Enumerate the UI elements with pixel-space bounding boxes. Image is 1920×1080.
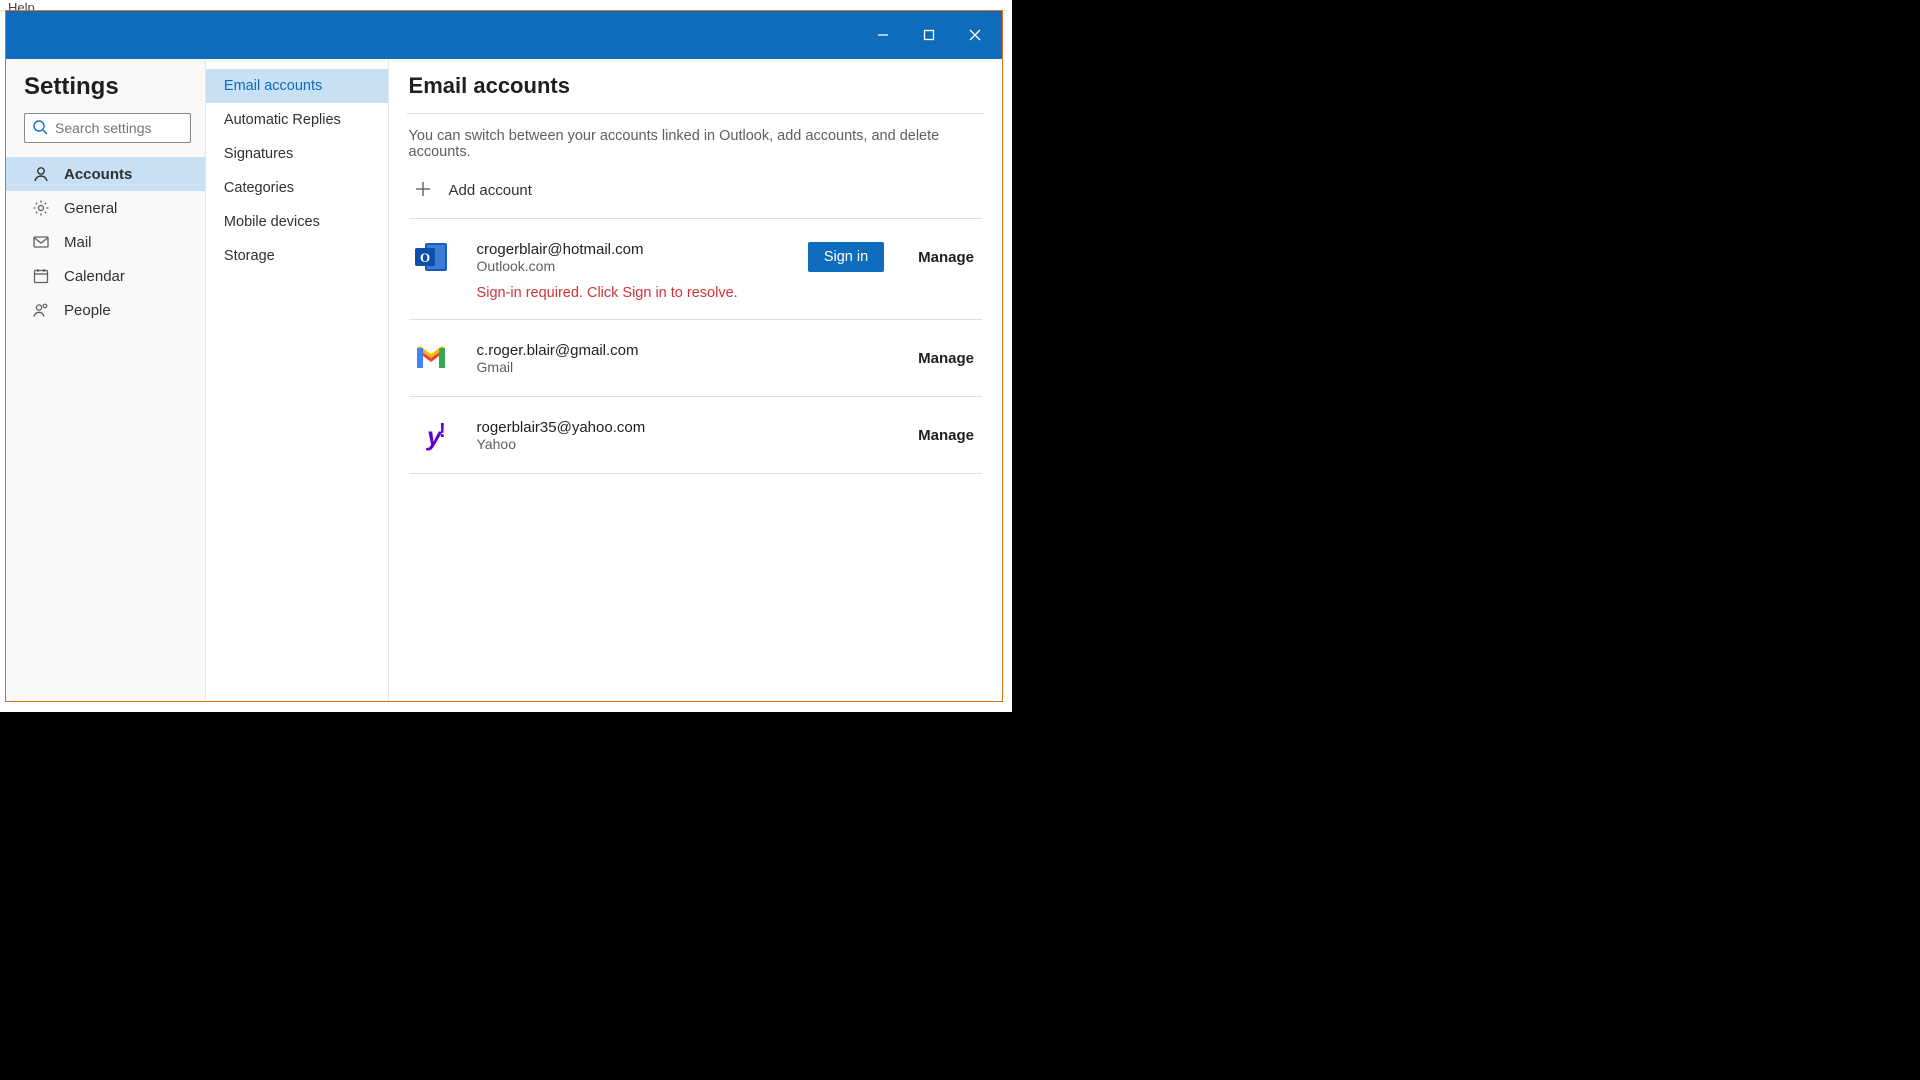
yahoo-icon: y ! — [411, 415, 451, 455]
mail-icon — [32, 233, 50, 251]
close-button[interactable] — [952, 12, 998, 58]
account-row: c.roger.blair@gmail.com Gmail Manage — [409, 319, 982, 396]
subnav-label: Storage — [224, 248, 275, 264]
add-account-label: Add account — [449, 182, 532, 199]
accounts-subnav: Email accounts Automatic Replies Signatu… — [206, 59, 389, 701]
svg-text:!: ! — [439, 420, 446, 442]
sidebar-item-mail[interactable]: Mail — [6, 225, 205, 259]
sidebar-item-label: Mail — [64, 234, 92, 251]
manage-link[interactable]: Manage — [918, 427, 974, 444]
sidebar-item-label: People — [64, 302, 111, 319]
sidebar-item-label: Accounts — [64, 166, 132, 183]
account-service: Gmail — [477, 359, 875, 375]
main-content: Email accounts You can switch between yo… — [389, 59, 1002, 701]
account-email: c.roger.blair@gmail.com — [477, 342, 875, 359]
settings-window: Settings Accounts — [5, 10, 1003, 702]
settings-sidebar: Settings Accounts — [6, 59, 206, 701]
subnav-signatures[interactable]: Signatures — [206, 137, 388, 171]
maximize-button[interactable] — [906, 12, 952, 58]
account-error: Sign-in required. Click Sign in to resol… — [477, 285, 798, 301]
subnav-categories[interactable]: Categories — [206, 171, 388, 205]
settings-title: Settings — [24, 73, 205, 101]
subnav-label: Mobile devices — [224, 214, 320, 230]
page-description: You can switch between your accounts lin… — [409, 128, 982, 160]
subnav-storage[interactable]: Storage — [206, 239, 388, 273]
manage-link[interactable]: Manage — [918, 249, 974, 266]
search-input[interactable] — [24, 113, 191, 143]
search-wrap — [24, 113, 191, 143]
account-email: crogerblair@hotmail.com — [477, 241, 798, 258]
calendar-icon — [32, 267, 50, 285]
subnav-automatic-replies[interactable]: Automatic Replies — [206, 103, 388, 137]
people-icon — [32, 301, 50, 319]
subnav-label: Email accounts — [224, 78, 322, 94]
sidebar-item-people[interactable]: People — [6, 293, 205, 327]
account-row: y ! rogerblair35@yahoo.com Yahoo Manage — [409, 396, 982, 474]
account-row: O crogerblair@hotmail.com Outlook.com Si… — [409, 218, 982, 319]
sidebar-item-label: Calendar — [64, 268, 125, 285]
manage-link[interactable]: Manage — [918, 350, 974, 367]
search-icon — [32, 119, 48, 139]
minimize-icon — [877, 29, 889, 41]
sidebar-item-accounts[interactable]: Accounts — [6, 157, 205, 191]
subnav-label: Signatures — [224, 146, 293, 162]
subnav-label: Automatic Replies — [224, 112, 341, 128]
subnav-email-accounts[interactable]: Email accounts — [206, 69, 388, 103]
account-service: Yahoo — [477, 436, 875, 452]
sidebar-item-label: General — [64, 200, 117, 217]
maximize-icon — [923, 29, 935, 41]
subnav-label: Categories — [224, 180, 294, 196]
account-service: Outlook.com — [477, 258, 798, 274]
svg-text:O: O — [419, 250, 429, 265]
gmail-icon — [411, 338, 451, 378]
close-icon — [969, 29, 981, 41]
gear-icon — [32, 199, 50, 217]
plus-icon — [413, 179, 435, 201]
titlebar — [6, 11, 1002, 59]
subnav-mobile-devices[interactable]: Mobile devices — [206, 205, 388, 239]
sidebar-item-general[interactable]: General — [6, 191, 205, 225]
outlook-icon: O — [411, 237, 451, 277]
sidebar-item-calendar[interactable]: Calendar — [6, 259, 205, 293]
person-icon — [32, 165, 50, 183]
page-title: Email accounts — [409, 73, 982, 99]
account-email: rogerblair35@yahoo.com — [477, 419, 875, 436]
add-account-button[interactable]: Add account — [409, 172, 982, 208]
minimize-button[interactable] — [860, 12, 906, 58]
divider — [407, 113, 984, 114]
signin-button[interactable]: Sign in — [808, 242, 884, 272]
